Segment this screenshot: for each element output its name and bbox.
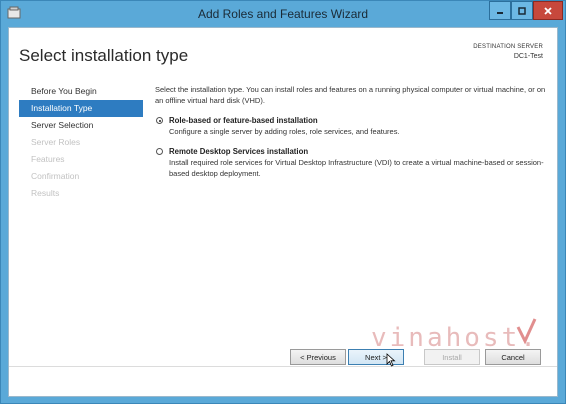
- destination-label: DESTINATION SERVER: [473, 44, 543, 50]
- installation-type-content: Select the installation type. You can in…: [155, 84, 550, 179]
- option-role-based-title: Role-based or feature-based installation: [169, 116, 318, 125]
- nav-item-installation-type[interactable]: Installation Type: [19, 100, 143, 117]
- nav-item-features: Features: [31, 154, 65, 164]
- option-remote-desktop-title: Remote Desktop Services installation: [169, 147, 309, 156]
- previous-button[interactable]: < Previous: [290, 349, 346, 365]
- option-role-based-description: Configure a single server by adding role…: [169, 127, 400, 136]
- destination-value: DC1-Test: [513, 53, 543, 60]
- nav-item-server-roles: Server Roles: [31, 137, 81, 147]
- footer-divider: [9, 366, 557, 367]
- window-title: Add Roles and Features Wizard: [197, 7, 369, 21]
- mouse-cursor-icon: [386, 353, 396, 367]
- option-remote-desktop-description: Install required role services for Virtu…: [169, 158, 544, 178]
- nav-item-results: Results: [31, 188, 60, 198]
- radio-remote-desktop[interactable]: [156, 148, 163, 155]
- wizard-window: Add Roles and Features Wizard Select ins…: [0, 0, 566, 404]
- destination-server: DESTINATION SERVER DC1-Test: [473, 44, 543, 60]
- wizard-nav: Before You Begin Installation Type Serve…: [19, 83, 143, 202]
- option-role-based[interactable]: Role-based or feature-based installation…: [155, 115, 550, 137]
- close-icon: [544, 6, 552, 15]
- install-button: Install: [424, 349, 480, 365]
- minimize-icon: [497, 11, 503, 14]
- watermark-logo-icon: [516, 318, 537, 345]
- title-bar[interactable]: Add Roles and Features Wizard: [1, 1, 565, 27]
- intro-text: Select the installation type. You can in…: [155, 85, 546, 105]
- maximize-button[interactable]: [511, 1, 533, 20]
- cancel-button[interactable]: Cancel: [485, 349, 541, 365]
- minimize-button[interactable]: [489, 1, 511, 20]
- nav-item-before-you-begin[interactable]: Before You Begin: [19, 83, 143, 100]
- option-remote-desktop[interactable]: Remote Desktop Services installation Ins…: [155, 146, 550, 179]
- radio-role-based[interactable]: [156, 117, 163, 124]
- nav-item-confirmation: Confirmation: [31, 171, 80, 181]
- page-title: Select installation type: [19, 46, 189, 65]
- nav-item-server-selection[interactable]: Server Selection: [19, 117, 143, 134]
- maximize-icon: [518, 6, 526, 15]
- close-button[interactable]: [533, 1, 563, 20]
